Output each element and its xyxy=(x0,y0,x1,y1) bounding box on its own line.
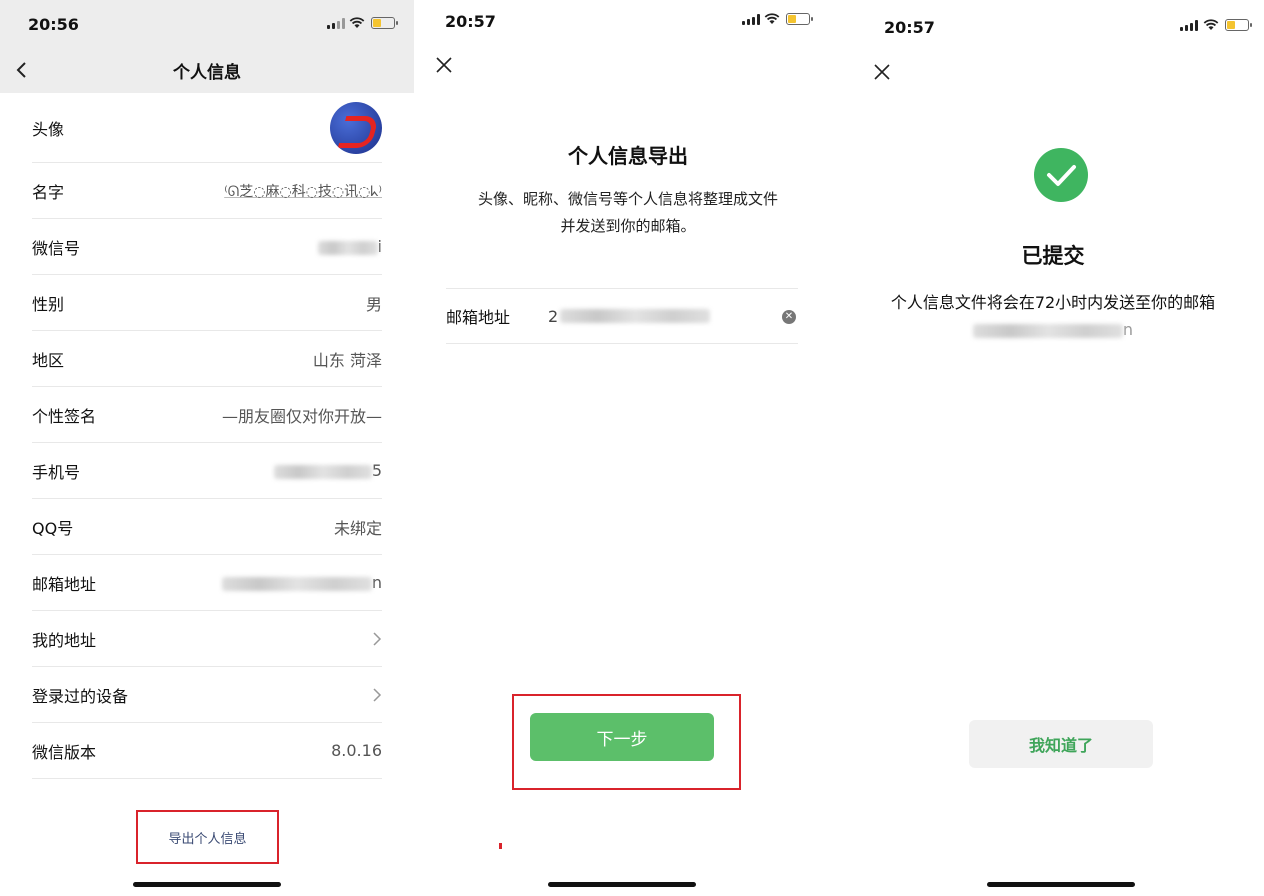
description-line: 并发送到你的邮箱。 xyxy=(560,217,696,235)
row-label: 性别 xyxy=(32,294,65,314)
redacted-blur xyxy=(317,240,378,255)
row-my-address[interactable]: 我的地址 xyxy=(32,611,382,667)
row-label: 地区 xyxy=(32,350,65,370)
export-screen: 20:57 个人信息导出 头像、昵称、微信号等个人信息将整理成文件 并发送到你的… xyxy=(414,0,842,896)
status-time: 20:57 xyxy=(884,18,935,37)
chevron-right-icon xyxy=(373,687,382,702)
avatar xyxy=(330,101,382,154)
redacted-blur xyxy=(972,323,1123,338)
wifi-icon xyxy=(764,13,780,24)
row-label: 我的地址 xyxy=(32,630,97,650)
close-icon[interactable] xyxy=(435,56,453,74)
row-label: 微信版本 xyxy=(32,742,97,762)
redacted-blur xyxy=(560,309,711,323)
home-indicator xyxy=(133,882,281,887)
row-qq[interactable]: QQ号 未绑定 xyxy=(32,499,382,555)
page-title: 个人信息 xyxy=(173,63,241,83)
cellular-signal-icon xyxy=(742,14,760,25)
next-step-button[interactable]: 下一步 xyxy=(530,713,714,761)
redacted-blur xyxy=(273,464,372,479)
wechat-id-tail: i xyxy=(377,237,382,256)
row-devices[interactable]: 登录过的设备 xyxy=(32,667,382,723)
email-field[interactable]: 邮箱地址 2 ✕ xyxy=(446,288,798,344)
signature-value: —朋友圈仅对你开放— xyxy=(221,406,382,426)
wifi-icon xyxy=(349,17,365,28)
export-description: 头像、昵称、微信号等个人信息将整理成文件 并发送到你的邮箱。 xyxy=(414,186,842,240)
cellular-signal-icon xyxy=(1180,20,1198,31)
row-label: 微信号 xyxy=(32,238,81,258)
status-bar: 20:56 xyxy=(0,0,414,48)
version-value: 8.0.16 xyxy=(331,741,382,760)
success-check-icon xyxy=(1034,148,1088,202)
submitted-email: n xyxy=(842,320,1264,339)
personal-info-screen: 20:56 个人信息 头像 名字 ⁽ᘏ芝◌麻◌科◌技◌讯◌ᖾ⁾ 微信号 i 性别… xyxy=(0,0,414,896)
battery-icon xyxy=(1225,19,1252,31)
got-it-button[interactable]: 我知道了 xyxy=(969,720,1153,768)
email-field-label: 邮箱地址 xyxy=(446,308,511,327)
battery-icon xyxy=(786,13,813,25)
cellular-signal-icon xyxy=(327,18,345,29)
qq-value: 未绑定 xyxy=(333,518,382,538)
row-avatar[interactable]: 头像 xyxy=(32,93,382,163)
status-time: 20:57 xyxy=(445,12,496,31)
status-bar: 20:57 xyxy=(414,0,842,48)
row-email[interactable]: 邮箱地址 n xyxy=(32,555,382,611)
row-signature[interactable]: 个性签名 —朋友圈仅对你开放— xyxy=(32,387,382,443)
redacted-blur xyxy=(221,576,372,591)
row-region[interactable]: 地区 山东 菏泽 xyxy=(32,331,382,387)
submitted-description: 个人信息文件将会在72小时内发送至你的邮箱 xyxy=(890,293,1216,312)
row-label: 邮箱地址 xyxy=(32,574,97,594)
gender-value: 男 xyxy=(365,294,382,314)
export-title: 个人信息导出 xyxy=(568,144,688,168)
status-bar: 20:57 xyxy=(842,0,1264,48)
chevron-right-icon xyxy=(373,631,382,646)
wifi-icon xyxy=(1203,19,1219,30)
description-line: 头像、昵称、微信号等个人信息将整理成文件 xyxy=(477,190,778,208)
email-value: n xyxy=(221,573,382,592)
phone-tail: 5 xyxy=(371,461,382,480)
row-label: 头像 xyxy=(32,119,65,139)
close-icon[interactable] xyxy=(873,63,891,81)
row-gender[interactable]: 性别 男 xyxy=(32,275,382,331)
row-label: 名字 xyxy=(32,182,65,202)
email-field-value: 2 xyxy=(548,306,559,326)
email-tail: n xyxy=(371,573,382,592)
row-phone[interactable]: 手机号 5 xyxy=(32,443,382,499)
row-version: 微信版本 8.0.16 xyxy=(32,723,382,779)
row-wechat-id[interactable]: 微信号 i xyxy=(32,219,382,275)
submitted-screen: 20:57 已提交 个人信息文件将会在72小时内发送至你的邮箱 n 我知道了 xyxy=(842,0,1264,896)
battery-icon xyxy=(371,17,398,29)
row-label: 个性签名 xyxy=(32,406,97,426)
phone-value: 5 xyxy=(273,461,382,480)
name-value: ⁽ᘏ芝◌麻◌科◌技◌讯◌ᖾ⁾ xyxy=(224,183,382,200)
clear-input-icon[interactable]: ✕ xyxy=(782,310,796,324)
row-label: QQ号 xyxy=(32,518,74,538)
info-list: 头像 名字 ⁽ᘏ芝◌麻◌科◌技◌讯◌ᖾ⁾ 微信号 i 性别 男 地区 山东 菏泽… xyxy=(32,93,382,779)
region-value: 山东 菏泽 xyxy=(312,350,382,370)
status-time: 20:56 xyxy=(28,15,79,34)
wechat-id-value: i xyxy=(317,237,382,256)
row-name[interactable]: 名字 ⁽ᘏ芝◌麻◌科◌技◌讯◌ᖾ⁾ xyxy=(32,163,382,219)
row-label: 手机号 xyxy=(32,462,81,482)
home-indicator xyxy=(987,882,1135,887)
row-label: 登录过的设备 xyxy=(32,686,129,706)
export-personal-info-link[interactable]: 导出个人信息 xyxy=(136,810,279,864)
home-indicator xyxy=(548,882,696,887)
submitted-email-tail: n xyxy=(1122,320,1134,339)
submitted-title: 已提交 xyxy=(1021,244,1085,268)
red-mark xyxy=(499,843,502,849)
